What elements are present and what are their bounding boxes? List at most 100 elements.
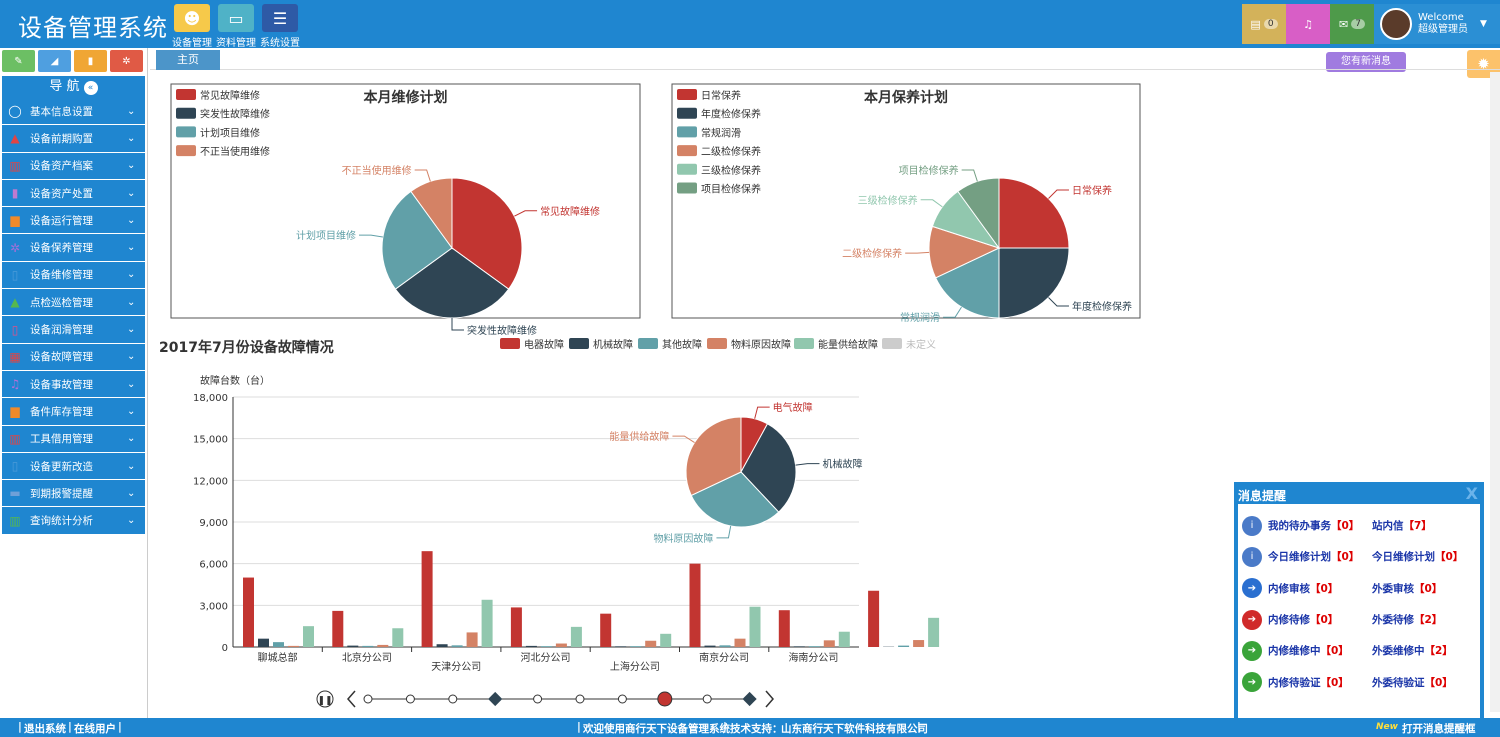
online-users-link[interactable]: 在线用户: [74, 721, 116, 736]
chart-title: 2017年7月份设备故障情况: [159, 339, 334, 356]
bar: [377, 644, 389, 647]
legend-label: 常规润滑: [701, 126, 741, 139]
x-tick-label: 北京分公司: [342, 651, 392, 664]
pie-label-line: [795, 463, 820, 466]
pie-label: 突发性故障维修: [467, 324, 537, 337]
pie-label-line: [451, 318, 464, 331]
open-reminder-link[interactable]: 打开消息提醒框: [1402, 721, 1476, 736]
message-link[interactable]: 外委待验证【0】: [1372, 675, 1453, 690]
chart-title: 本月保养计划: [864, 89, 948, 106]
chart-title: 本月维修计划: [364, 89, 448, 106]
sidebar-item-13[interactable]: ▯ 设备更新改造 ⌄: [2, 452, 145, 481]
sidebar-item-5[interactable]: ✲ 设备保养管理 ⌄: [2, 234, 145, 262]
bar: [645, 640, 657, 647]
book-icon[interactable]: ▮: [74, 50, 107, 72]
sidebar-item-15[interactable]: ▥ 查询统计分析 ⌄: [2, 507, 145, 535]
timeline-node: [363, 694, 373, 704]
envelope-icon: ✉: [1339, 17, 1349, 31]
sidebar-item-10[interactable]: ♫ 设备事故管理 ⌄: [2, 370, 145, 399]
legend-label: 其他故障: [662, 338, 702, 351]
sidebar-item-label: 点检巡检管理: [30, 296, 93, 309]
message-link[interactable]: 内修维修中【0】: [1268, 643, 1372, 658]
footer-bar: | 退出系统 | 在线用户 | | 欢迎使用商行天下设备管理系统 | 技术支持：…: [0, 718, 1500, 737]
sidebar-item-0[interactable]: ◯ 基本信息设置 ⌄: [2, 98, 145, 126]
sidebar-item-14[interactable]: ▬ 到期报警提醒 ⌄: [2, 480, 145, 508]
message-label: 今日维修计划: [1268, 551, 1331, 564]
message-link[interactable]: 今日维修计划【0】: [1372, 549, 1463, 564]
message-link[interactable]: 内修待验证【0】: [1268, 675, 1372, 690]
legend-label: 物料原因故障: [731, 338, 791, 351]
legend-swatch: [176, 126, 196, 138]
header-tool-2[interactable]: ✉ 7: [1330, 4, 1374, 44]
header-tool-1[interactable]: ♫: [1286, 4, 1330, 44]
legend-label: 项目检修保养: [701, 183, 761, 196]
sidebar-item-12[interactable]: ▥ 工具借用管理 ⌄: [2, 425, 145, 453]
next-icon: [765, 690, 774, 708]
footer-welcome: 欢迎使用商行天下设备管理系统: [583, 723, 730, 735]
pie-label-line: [672, 435, 695, 443]
message-link[interactable]: 外委待修【2】: [1372, 612, 1442, 627]
sidebar-item-3[interactable]: ▮ 设备资产处置 ⌄: [2, 179, 145, 208]
legend-swatch: [677, 107, 697, 119]
chevron-down-icon: ⌄: [127, 324, 136, 336]
sidebar-item-8[interactable]: ▯ 设备润滑管理 ⌄: [2, 316, 145, 344]
message-link[interactable]: 站内信【7】: [1372, 518, 1432, 533]
message-label: 我的待办事务: [1268, 520, 1331, 533]
message-reminder-panel: 消息提醒 X i 我的待办事务【0】 站内信【7】 i 今日维修计划【0】 今日维修计划【…: [1234, 482, 1484, 718]
topnav-item-2[interactable]: ☰ 系统设置: [260, 4, 300, 49]
sidebar-item-4[interactable]: ▆ 设备运行管理 ⌄: [2, 207, 145, 235]
message-link[interactable]: 今日维修计划【0】: [1268, 549, 1372, 564]
sidebar-item-11[interactable]: ▆ 备件库存管理 ⌄: [2, 398, 145, 426]
footer-sep: |: [68, 721, 72, 733]
bar: [525, 645, 537, 647]
timeline-node: [742, 691, 757, 707]
pie-label: 年度检修保养: [1072, 300, 1132, 313]
bar: [510, 607, 522, 647]
sidebar-item-6[interactable]: ▯ 设备维修管理 ⌄: [2, 261, 145, 290]
chevron-down-icon: ⌄: [127, 214, 136, 226]
bar: [466, 632, 478, 647]
sidebar-item-label: 设备前期购置: [30, 132, 93, 145]
x-tick-label: 天津分公司: [431, 661, 481, 673]
message-count: 【2】: [1414, 614, 1443, 627]
logout-link[interactable]: 退出系统: [24, 721, 66, 736]
app-title: 设备管理系统: [18, 14, 168, 42]
message-link[interactable]: 我的待办事务【0】: [1268, 518, 1372, 533]
bookmark-icon: ▯: [11, 322, 19, 337]
nav-header[interactable]: 导 航 «: [2, 76, 145, 98]
close-icon[interactable]: X: [1466, 484, 1478, 503]
pencil-icon[interactable]: ✎: [2, 50, 35, 72]
cogs-icon[interactable]: ✲: [110, 50, 143, 72]
header-tool-0[interactable]: ▤ 0: [1242, 4, 1286, 44]
sidebar-menu: ◯ 基本信息设置 ⌄ ▲ 设备前期购置 ⌄ ▥ 设备资产档案 ⌄ ▮ 设备资产处置 ⌄ ▆ 设备运行管理 ⌄…: [0, 98, 147, 535]
collapse-chevron-icon[interactable]: «: [83, 81, 98, 95]
timeline-node: [533, 694, 543, 704]
signal-icon[interactable]: ◢: [38, 50, 71, 72]
chevron-down-icon: ⌄: [127, 405, 136, 417]
message-link[interactable]: 外委审核【0】: [1372, 581, 1442, 596]
message-link[interactable]: 外委维修中【2】: [1372, 643, 1453, 658]
bar: [421, 551, 433, 647]
sidebar-item-7[interactable]: ▲ 点检巡检管理 ⌄: [2, 289, 145, 317]
arrow-right-icon: ➔: [1242, 640, 1262, 661]
message-link[interactable]: 内修审核【0】: [1268, 581, 1372, 596]
bar: [362, 645, 374, 647]
message-count: 【0】: [1414, 582, 1443, 595]
topnav-item-1[interactable]: ▭ 资料管理: [216, 4, 256, 49]
message-link[interactable]: 内修待修【0】: [1268, 612, 1372, 627]
bar: [838, 631, 850, 647]
arrow-right-icon: ➔: [1242, 578, 1262, 599]
message-label: 外委待修: [1372, 614, 1414, 627]
sidebar-item-9[interactable]: ▦ 设备故障管理 ⌄: [2, 343, 145, 371]
sidebar-item-1[interactable]: ▲ 设备前期购置 ⌄: [2, 125, 145, 153]
message-row: ➔ 内修待修【0】 外委待修【2】: [1242, 604, 1476, 635]
user-menu[interactable]: Welcome 超级管理员 ▼: [1374, 4, 1500, 44]
footer-sep: |: [18, 721, 22, 733]
message-label: 内修维修中: [1268, 645, 1321, 658]
pie-label: 常见故障维修: [540, 205, 600, 218]
sidebar-item-2[interactable]: ▥ 设备资产档案 ⌄: [2, 152, 145, 180]
scrollbar[interactable]: [1490, 72, 1500, 712]
topnav-item-0[interactable]: ☻ 设备管理: [172, 4, 212, 49]
bar: [288, 645, 299, 647]
timeline-node-current: [657, 691, 673, 707]
